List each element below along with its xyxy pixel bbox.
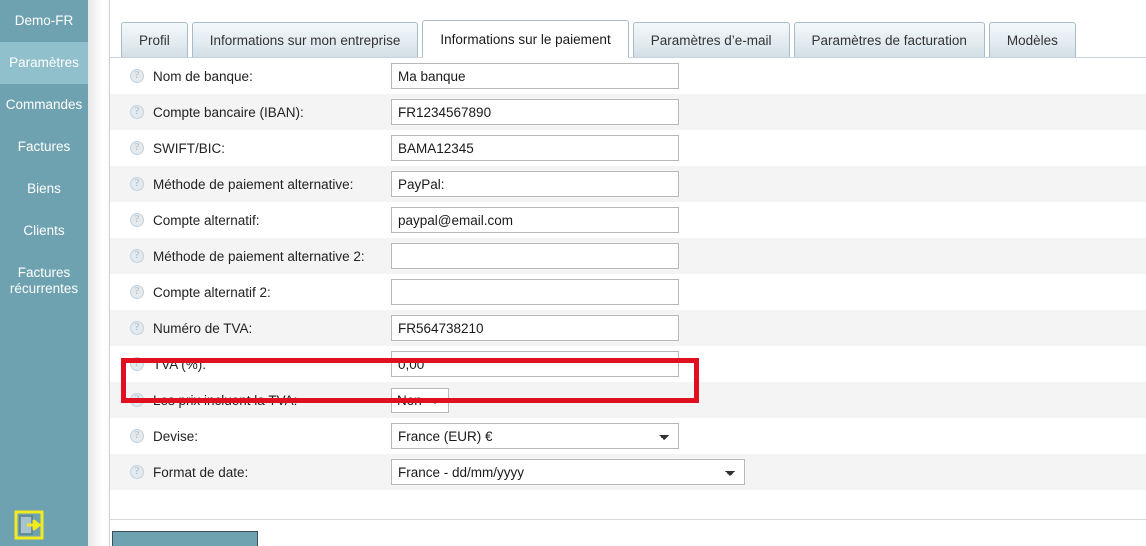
form-row-alt-account-2: ? Compte alternatif 2: [110,274,1146,310]
logout-exit-icon [14,510,44,540]
help-icon[interactable]: ? [130,465,144,479]
tab-informations-entreprise[interactable]: Informations sur mon entreprise [191,22,419,58]
tab-profil[interactable]: Profil [121,22,188,58]
help-icon[interactable]: ? [130,105,144,119]
form-row-alt-payment-method: ? Méthode de paiement alternative: [110,166,1146,202]
field-label: Nom de banque: [153,68,253,84]
form-bottom-separator [110,519,1146,520]
form-row-iban: ? Compte bancaire (IBAN): [110,94,1146,130]
sidebar-item-label: Clients [23,223,65,238]
help-icon[interactable]: ? [130,213,144,227]
field-label: Compte bancaire (IBAN): [153,104,304,120]
alt-payment-method-2-input[interactable] [391,243,679,269]
help-icon[interactable]: ? [130,357,144,371]
sidebar-item-label: Commandes [5,97,83,112]
settings-payment-page: Demo-FR Paramètres Commandes Factures Bi… [0,0,1146,546]
form-row-vat-number: ? Numéro de TVA: [110,310,1146,346]
help-icon[interactable]: ? [130,321,144,335]
tab-label: Paramètres d’e-mail [650,32,772,48]
vat-percent-input[interactable] [391,351,679,377]
field-label: Méthode de paiement alternative 2: [153,248,365,264]
help-icon[interactable]: ? [130,285,144,299]
form-row-prices-include-vat: ? Les prix incluent la TVA: Non [110,382,1146,418]
payment-information-form: ? Nom de banque: ? Compte bancaire (IBAN… [110,58,1146,546]
field-label: TVA (%): [153,356,207,372]
help-icon[interactable]: ? [130,429,144,443]
tab-label: Informations sur le paiement [440,31,611,47]
help-icon[interactable]: ? [130,69,144,83]
sidebar-item-label: Factures [17,139,71,154]
sidebar-item-commandes[interactable]: Commandes [0,84,88,126]
help-icon[interactable]: ? [130,141,144,155]
field-label: Les prix incluent la TVA: [153,392,298,408]
sidebar-item-demo-fr[interactable]: Demo-FR [0,0,88,42]
field-label: Compte alternatif: [153,212,260,228]
form-row-bank-name: ? Nom de banque: [110,58,1146,94]
tab-label: Profil [139,32,170,48]
tab-label: Informations sur mon entreprise [209,32,401,48]
currency-select[interactable]: France (EUR) € [391,423,679,449]
tab-modeles[interactable]: Modèles [988,22,1076,58]
main-sidebar: Demo-FR Paramètres Commandes Factures Bi… [0,0,88,546]
tab-informations-paiement[interactable]: Informations sur le paiement [422,20,629,58]
form-row-currency: ? Devise: France (EUR) € [110,418,1146,454]
save-button[interactable] [112,531,258,546]
sidebar-item-factures-recurrentes[interactable]: Factures récurrentes [0,252,88,310]
vat-number-input[interactable] [391,315,679,341]
alt-account-2-input[interactable] [391,279,679,305]
tab-label: Modèles [1006,32,1058,48]
field-label: Numéro de TVA: [153,320,253,336]
field-label: Méthode de paiement alternative: [153,176,354,192]
form-row-alt-payment-method-2: ? Méthode de paiement alternative 2: [110,238,1146,274]
tab-label: Paramètres de facturation [811,32,967,48]
help-icon[interactable]: ? [130,177,144,191]
sidebar-item-parametres[interactable]: Paramètres [0,42,88,84]
prices-include-vat-select[interactable]: Non [391,387,449,413]
date-format-select[interactable]: France - dd/mm/yyyy [391,459,745,485]
sidebar-item-factures[interactable]: Factures [0,126,88,168]
form-row-swift-bic: ? SWIFT/BIC: [110,130,1146,166]
help-icon[interactable]: ? [130,249,144,263]
form-row-alt-account: ? Compte alternatif: [110,202,1146,238]
help-icon[interactable]: ? [130,393,144,407]
field-label: Format de date: [153,464,249,480]
sidebar-item-biens[interactable]: Biens [0,168,88,210]
field-label: SWIFT/BIC: [153,140,225,156]
swift-bic-input[interactable] [391,135,679,161]
sidebar-item-clients[interactable]: Clients [0,210,88,252]
logout-button[interactable] [0,510,88,546]
sidebar-item-label: Factures récurrentes [9,265,79,296]
tab-strip: Profil Informations sur mon entreprise I… [121,20,1076,58]
form-row-date-format: ? Format de date: France - dd/mm/yyyy [110,454,1146,490]
tab-parametres-facturation[interactable]: Paramètres de facturation [793,22,985,58]
alt-payment-method-input[interactable] [391,171,679,197]
sidebar-item-label: Demo-FR [14,13,74,28]
field-label: Compte alternatif 2: [153,284,271,300]
form-row-vat-percent: ? TVA (%): [110,346,1146,382]
alt-account-input[interactable] [391,207,679,233]
tab-bar: Profil Informations sur mon entreprise I… [110,0,1146,58]
bank-name-input[interactable] [391,63,679,89]
page-gutter [88,0,110,546]
iban-input[interactable] [391,99,679,125]
tab-parametres-email[interactable]: Paramètres d’e-mail [632,22,790,58]
sidebar-item-label: Biens [27,181,61,196]
field-label: Devise: [153,428,199,444]
sidebar-item-label: Paramètres [9,55,79,70]
